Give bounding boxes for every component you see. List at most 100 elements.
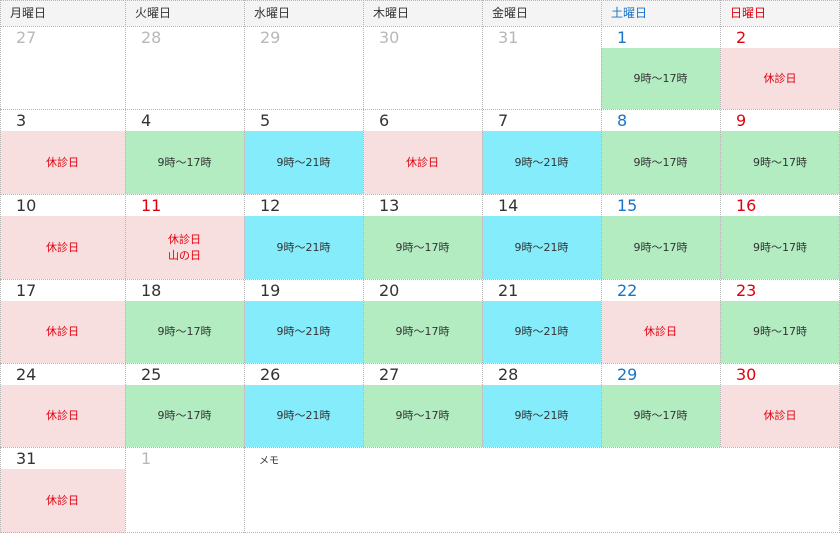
day-cell: 27 9時～17時 xyxy=(363,363,482,447)
hours-text: 9時～17時 xyxy=(753,325,807,338)
day-number: 29 xyxy=(260,28,281,47)
day-cell: 16 9時～17時 xyxy=(720,194,840,279)
hours-text: 9時～21時 xyxy=(276,240,331,254)
grid-line xyxy=(0,26,840,27)
hours-text: 休診日 xyxy=(406,155,439,169)
weekday-header: 月曜日 xyxy=(10,6,47,20)
weekday-header: 水曜日 xyxy=(254,6,291,20)
day-cell: 2 休診日 xyxy=(720,26,840,109)
day-number: 20 xyxy=(379,281,400,300)
hours-block: 休診日 xyxy=(0,385,125,447)
grid-line xyxy=(244,447,245,533)
hours-block: 休診日 xyxy=(363,131,482,194)
day-number: 17 xyxy=(16,281,37,300)
weekday-header: 木曜日 xyxy=(373,6,410,20)
grid-line xyxy=(0,279,840,280)
day-cell: 15 9時～17時 xyxy=(601,194,720,279)
hours-block: 9時～21時 xyxy=(244,301,363,363)
hours-text: 9時～17時 xyxy=(157,409,212,422)
day-cell: 26 9時～21時 xyxy=(244,363,363,447)
hours-text: 休診日 xyxy=(46,494,79,507)
day-number: 18 xyxy=(141,281,162,300)
day-cell: 30 xyxy=(363,26,482,109)
hours-text: 9時～17時 xyxy=(157,155,212,169)
hours-text: 9時～17時 xyxy=(633,71,688,85)
hours-block: 9時～21時 xyxy=(482,216,601,279)
hours-block: 休診日 xyxy=(0,301,125,363)
hours-text: 9時～17時 xyxy=(753,240,807,254)
hours-text: 休診日 xyxy=(46,409,79,422)
hours-block: 9時～21時 xyxy=(244,385,363,447)
hours-text: 9時～17時 xyxy=(395,409,450,422)
hours-text: 休診日 xyxy=(763,409,797,422)
day-number: 31 xyxy=(498,28,519,47)
hours-block: 休診日 xyxy=(720,385,840,447)
day-cell: 12 9時～21時 xyxy=(244,194,363,279)
hours-text: 9時～21時 xyxy=(514,409,569,422)
day-cell: 22 休診日 xyxy=(601,279,720,363)
day-number: 14 xyxy=(498,196,519,215)
day-number: 4 xyxy=(141,111,152,130)
grid-line xyxy=(125,447,126,533)
day-cell: 9 9時～17時 xyxy=(720,109,840,194)
day-number: 11 xyxy=(141,196,162,215)
day-number: 3 xyxy=(16,111,27,130)
hours-block: 休診日 xyxy=(0,216,125,279)
hours-text: 休診日 xyxy=(168,232,201,246)
day-cell: 28 9時～21時 xyxy=(482,363,601,447)
hours-block: 9時～17時 xyxy=(125,301,244,363)
day-number: 1 xyxy=(617,28,628,47)
day-cell: 31 xyxy=(482,26,601,109)
day-cell: 23 9時～17時 xyxy=(720,279,840,363)
hours-block: 9時～17時 xyxy=(125,131,244,194)
day-cell: 31 休診日 xyxy=(0,447,125,533)
day-cell: 8 9時～17時 xyxy=(601,109,720,194)
hours-text: 9時～21時 xyxy=(276,409,331,422)
hours-block: 休診日 xyxy=(601,301,720,363)
day-cell: 28 xyxy=(125,26,244,109)
day-cell: 1 9時～17時 xyxy=(601,26,720,109)
day-number: 5 xyxy=(260,111,271,130)
hours-block: 休診日 xyxy=(0,131,125,194)
hours-block: 9時～17時 xyxy=(601,385,720,447)
hours-text: 休診日 xyxy=(46,240,79,254)
grid-line xyxy=(601,0,602,447)
hours-block: 9時～17時 xyxy=(720,301,840,363)
hours-block: 9時～17時 xyxy=(720,216,840,279)
day-cell: 6 休診日 xyxy=(363,109,482,194)
hours-block: 9時～21時 xyxy=(244,131,363,194)
day-number: 10 xyxy=(16,196,37,215)
hours-block: 9時～17時 xyxy=(363,301,482,363)
hours-text: 休診日 xyxy=(46,155,79,169)
day-cell: 13 9時～17時 xyxy=(363,194,482,279)
day-cell: 20 9時～17時 xyxy=(363,279,482,363)
hours-text: 休診日 xyxy=(46,325,79,338)
day-number: 27 xyxy=(16,28,37,47)
day-number: 28 xyxy=(141,28,162,47)
day-number: 21 xyxy=(498,281,519,300)
hours-block: 9時～17時 xyxy=(363,385,482,447)
grid-line xyxy=(0,109,840,110)
grid-line xyxy=(0,0,840,1)
day-cell: 25 9時～17時 xyxy=(125,363,244,447)
day-number: 8 xyxy=(617,111,628,130)
day-number: 28 xyxy=(498,365,519,384)
day-number: 9 xyxy=(736,111,747,130)
grid-line xyxy=(0,363,840,364)
hours-text: 休診日 xyxy=(763,71,797,85)
grid-line xyxy=(363,0,364,447)
day-cell: 5 9時～21時 xyxy=(244,109,363,194)
day-number: 25 xyxy=(141,365,162,384)
grid-line xyxy=(720,0,721,447)
day-number: 30 xyxy=(736,365,757,384)
hours-text: 山の日 xyxy=(168,248,201,262)
hours-block: 9時～21時 xyxy=(482,131,601,194)
weekday-header-row: 月曜日 火曜日 水曜日 木曜日 金曜日 土曜日 日曜日 xyxy=(0,0,840,26)
day-cell: 29 xyxy=(244,26,363,109)
hours-block: 9時～21時 xyxy=(244,216,363,279)
weekday-header: 土曜日 xyxy=(611,6,648,20)
day-number: 13 xyxy=(379,196,400,215)
day-cell: 30 休診日 xyxy=(720,363,840,447)
day-number: 27 xyxy=(379,365,400,384)
hours-text: 9時～21時 xyxy=(514,240,569,254)
